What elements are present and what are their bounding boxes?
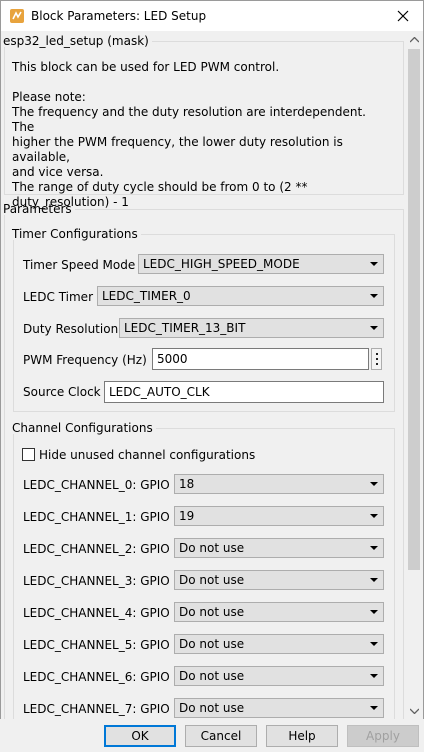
close-button[interactable] xyxy=(389,4,417,28)
channel-0-gpio-dropdown[interactable]: 18 xyxy=(174,474,384,494)
channel-7-gpio-dropdown[interactable]: Do not use xyxy=(174,698,384,718)
duty-resolution-label: Duty Resolution xyxy=(23,322,119,336)
simulink-block-icon xyxy=(10,9,24,23)
channel-1-label: LEDC_CHANNEL_1: GPIO xyxy=(23,510,170,524)
chevron-down-icon xyxy=(370,578,378,582)
note-line: and vice versa. xyxy=(12,165,104,179)
dialog-content: esp32_led_setup (mask) This block can be… xyxy=(0,31,406,719)
title-bar[interactable]: Block Parameters: LED Setup xyxy=(1,1,423,31)
channel-3-gpio-dropdown[interactable]: Do not use xyxy=(174,570,384,590)
ledc-timer-dropdown[interactable]: LEDC_TIMER_0 xyxy=(97,286,384,306)
channel-0-label: LEDC_CHANNEL_0: GPIO xyxy=(23,478,170,492)
mask-description: This block can be used for LED PWM contr… xyxy=(12,60,392,210)
channel-5-label: LEDC_CHANNEL_5: GPIO xyxy=(23,638,170,652)
chevron-down-icon xyxy=(370,642,378,646)
help-button[interactable]: Help xyxy=(266,725,338,747)
timer-speed-mode-dropdown[interactable]: LEDC_HIGH_SPEED_MODE xyxy=(138,254,384,274)
channel-4-value: Do not use xyxy=(179,605,245,619)
chevron-down-icon xyxy=(370,262,378,266)
apply-button[interactable]: Apply xyxy=(347,725,419,747)
button-bar: OK Cancel Help Apply xyxy=(0,719,424,752)
channel-5-value: Do not use xyxy=(179,637,245,651)
ledc-timer-value: LEDC_TIMER_0 xyxy=(102,289,191,303)
close-icon xyxy=(397,10,409,22)
channel-5-gpio-dropdown[interactable]: Do not use xyxy=(174,634,384,654)
channel-2-label: LEDC_CHANNEL_2: GPIO xyxy=(23,542,170,556)
timer-speed-mode-label: Timer Speed Mode xyxy=(23,258,136,272)
scrollbar-thumb[interactable] xyxy=(408,49,420,570)
hide-unused-label[interactable]: Hide unused channel configurations xyxy=(39,448,255,462)
description-text: This block can be used for LED PWM contr… xyxy=(12,60,280,74)
channel-1-gpio-dropdown[interactable]: 19 xyxy=(174,506,384,526)
channel-4-label: LEDC_CHANNEL_4: GPIO xyxy=(23,606,170,620)
note-line: Please note: xyxy=(12,90,86,104)
window-title: Block Parameters: LED Setup xyxy=(31,9,207,23)
chevron-down-icon xyxy=(370,514,378,518)
scroll-up-arrow[interactable] xyxy=(406,31,423,48)
chevron-up-icon xyxy=(410,36,419,42)
source-clock-value: LEDC_AUTO_CLK xyxy=(109,385,210,399)
chevron-down-icon xyxy=(370,482,378,486)
chevron-down-icon xyxy=(370,326,378,330)
chevron-down-icon xyxy=(370,674,378,678)
channel-7-value: Do not use xyxy=(179,701,245,715)
channel-3-label: LEDC_CHANNEL_3: GPIO xyxy=(23,574,170,588)
chevron-down-icon xyxy=(370,294,378,298)
pwm-frequency-input[interactable]: 5000 xyxy=(152,348,369,370)
parameters-legend: Parameters xyxy=(3,202,72,216)
hide-unused-checkbox[interactable] xyxy=(22,448,35,461)
timer-config-legend: Timer Configurations xyxy=(12,227,138,241)
channel-6-gpio-dropdown[interactable]: Do not use xyxy=(174,666,384,686)
kebab-menu-icon[interactable] xyxy=(371,348,382,370)
duty-resolution-value: LEDC_TIMER_13_BIT xyxy=(124,321,246,335)
channel-2-value: Do not use xyxy=(179,541,245,555)
chevron-down-icon xyxy=(370,546,378,550)
channel-4-gpio-dropdown[interactable]: Do not use xyxy=(174,602,384,622)
channel-3-value: Do not use xyxy=(179,573,245,587)
note-line: higher the PWM frequency, the lower duty… xyxy=(12,135,343,164)
channel-1-value: 19 xyxy=(179,509,195,523)
pwm-frequency-value: 5000 xyxy=(157,352,188,366)
channel-0-value: 18 xyxy=(179,477,195,491)
vertical-scrollbar[interactable] xyxy=(406,31,423,719)
duty-resolution-dropdown[interactable]: LEDC_TIMER_13_BIT xyxy=(119,318,384,338)
channel-6-value: Do not use xyxy=(179,669,245,683)
note-line: The range of duty cycle should be from 0… xyxy=(12,180,308,194)
channel-7-label: LEDC_CHANNEL_7: GPIO xyxy=(23,702,170,716)
scroll-down-arrow[interactable] xyxy=(406,702,423,719)
source-clock-input[interactable]: LEDC_AUTO_CLK xyxy=(104,381,384,403)
note-line: The frequency and the duty resolution ar… xyxy=(12,105,366,134)
source-clock-label: Source Clock xyxy=(23,385,101,399)
channel-config-legend: Channel Configurations xyxy=(12,421,153,435)
pwm-frequency-label: PWM Frequency (Hz) xyxy=(23,353,147,367)
channel-6-label: LEDC_CHANNEL_6: GPIO xyxy=(23,670,170,684)
channel-2-gpio-dropdown[interactable]: Do not use xyxy=(174,538,384,558)
chevron-down-icon xyxy=(370,610,378,614)
mask-legend: esp32_led_setup (mask) xyxy=(3,34,149,48)
cancel-button[interactable]: Cancel xyxy=(185,725,257,747)
chevron-down-icon xyxy=(410,708,419,714)
ledc-timer-label: LEDC Timer xyxy=(23,290,94,304)
chevron-down-icon xyxy=(370,706,378,710)
ok-button[interactable]: OK xyxy=(104,725,176,747)
timer-speed-mode-value: LEDC_HIGH_SPEED_MODE xyxy=(143,257,300,271)
